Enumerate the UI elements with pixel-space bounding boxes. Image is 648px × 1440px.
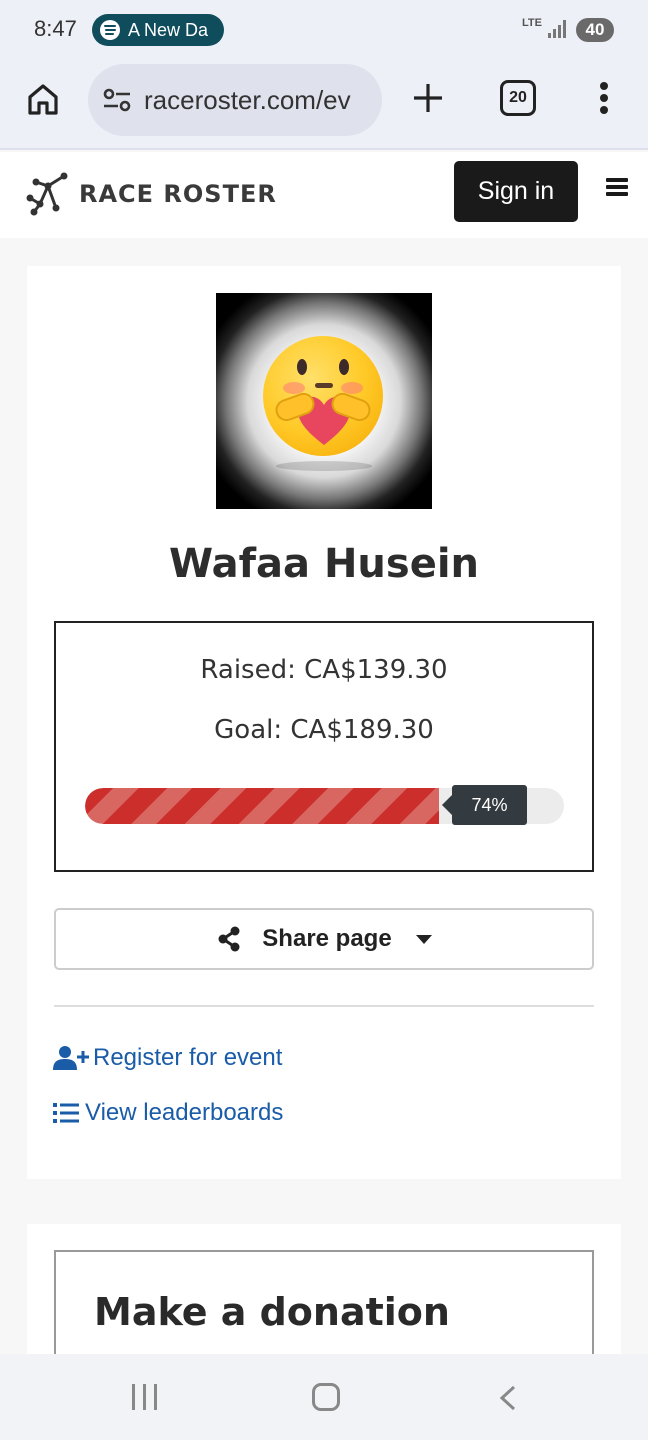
progress-percentage-label: 74% xyxy=(442,785,527,825)
register-for-event-link[interactable]: Register for event xyxy=(53,1044,282,1072)
participant-name: Wafaa Husein xyxy=(168,541,480,587)
donation-card: Make a donation xyxy=(27,1224,621,1354)
site-settings-icon[interactable] xyxy=(102,86,132,114)
spotify-icon xyxy=(100,20,120,40)
system-navigation-bar xyxy=(0,1354,648,1440)
tab-switcher-button[interactable]: 20 xyxy=(500,80,536,116)
share-page-label: Share page xyxy=(262,925,392,952)
donation-heading: Make a donation xyxy=(94,1290,450,1334)
share-page-button[interactable]: Share page xyxy=(54,908,594,970)
profile-avatar xyxy=(216,293,432,509)
race-roster-logo-icon[interactable] xyxy=(26,172,70,216)
care-emoji-icon xyxy=(263,336,383,456)
network-type: LTE xyxy=(522,17,542,29)
home-icon[interactable] xyxy=(26,82,60,116)
divider xyxy=(54,1005,594,1007)
view-leaderboards-link[interactable]: View leaderboards xyxy=(53,1099,283,1127)
status-time: 8:47 xyxy=(34,16,77,41)
site-header: RACE ROSTER Sign in xyxy=(0,152,648,238)
url-text: raceroster.com/ev xyxy=(144,84,351,115)
fundraising-progress-box: Raised: CA$139.30 Goal: CA$189.30 74% xyxy=(54,621,594,872)
fundraiser-card: Wafaa Husein Raised: CA$139.30 Goal: CA$… xyxy=(27,266,621,1179)
browser-toolbar: raceroster.com/ev 20 xyxy=(0,60,648,150)
signal-icon xyxy=(548,20,568,38)
recent-apps-icon[interactable] xyxy=(130,1384,160,1410)
home-nav-icon[interactable] xyxy=(312,1383,340,1411)
battery-indicator: 40 xyxy=(576,18,614,42)
status-bar: 8:47 A New Da LTE 40 xyxy=(0,0,648,60)
media-notification-pill[interactable]: A New Da xyxy=(92,14,224,46)
donation-form-box: Make a donation xyxy=(54,1250,594,1354)
register-for-event-label: Register for event xyxy=(93,1044,283,1071)
raised-amount: Raised: CA$139.30 xyxy=(200,655,448,685)
hamburger-menu-icon[interactable] xyxy=(606,178,628,196)
list-icon xyxy=(53,1103,79,1123)
caret-down-icon xyxy=(415,934,432,944)
brand-name[interactable]: RACE ROSTER xyxy=(79,180,277,208)
goal-amount: Goal: CA$189.30 xyxy=(214,715,434,745)
sign-in-button[interactable]: Sign in xyxy=(454,161,578,222)
user-plus-icon xyxy=(53,1046,89,1070)
share-icon xyxy=(218,926,240,952)
address-bar[interactable]: raceroster.com/ev xyxy=(88,64,382,136)
back-icon[interactable] xyxy=(498,1385,518,1411)
progress-bar-fill xyxy=(85,788,439,824)
new-tab-icon[interactable] xyxy=(410,80,446,116)
view-leaderboards-label: View leaderboards xyxy=(85,1099,284,1126)
media-title: A New Da xyxy=(128,19,209,40)
overflow-menu-icon[interactable] xyxy=(596,80,612,116)
